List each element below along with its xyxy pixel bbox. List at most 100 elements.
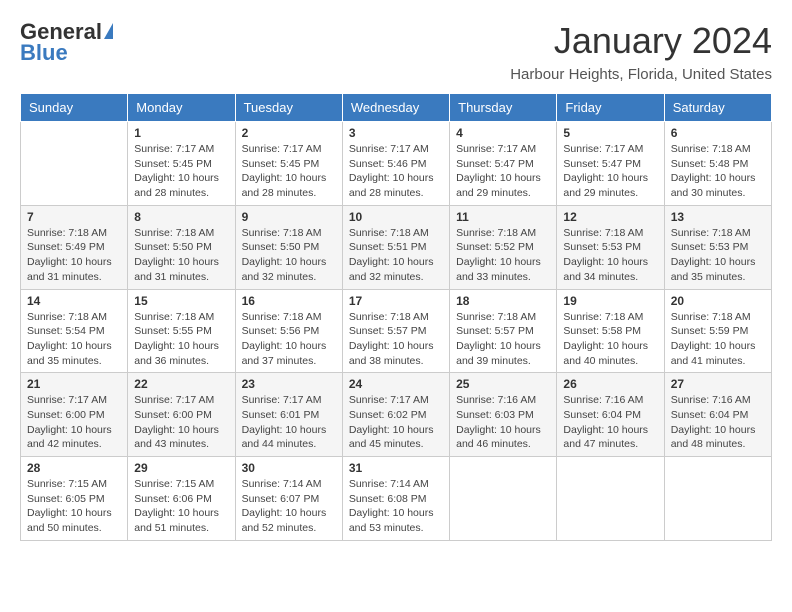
calendar-table: SundayMondayTuesdayWednesdayThursdayFrid… xyxy=(20,93,772,541)
weekday-header-row: SundayMondayTuesdayWednesdayThursdayFrid… xyxy=(21,94,772,122)
day-number: 7 xyxy=(27,210,121,224)
day-number: 15 xyxy=(134,294,228,308)
calendar-cell: 27 Sunrise: 7:16 AM Sunset: 6:04 PM Dayli… xyxy=(664,373,771,457)
calendar-week-row: 14 Sunrise: 7:18 AM Sunset: 5:54 PM Dayli… xyxy=(21,289,772,373)
day-number: 4 xyxy=(456,126,550,140)
day-info: Sunrise: 7:18 AM Sunset: 5:51 PM Dayligh… xyxy=(349,226,443,285)
calendar-cell: 18 Sunrise: 7:18 AM Sunset: 5:57 PM Dayli… xyxy=(450,289,557,373)
day-number: 16 xyxy=(242,294,336,308)
day-number: 18 xyxy=(456,294,550,308)
calendar-cell: 13 Sunrise: 7:18 AM Sunset: 5:53 PM Dayli… xyxy=(664,205,771,289)
day-number: 30 xyxy=(242,461,336,475)
weekday-header-friday: Friday xyxy=(557,94,664,122)
calendar-cell: 20Sunrise: 7:18 AM Sunset: 5:59 PM Dayli… xyxy=(664,289,771,373)
day-number: 22 xyxy=(134,377,228,391)
day-number: 5 xyxy=(563,126,657,140)
day-number: 6 xyxy=(671,126,765,140)
day-number: 28 xyxy=(27,461,121,475)
calendar-cell: 31Sunrise: 7:14 AM Sunset: 6:08 PM Dayli… xyxy=(342,457,449,541)
calendar-cell: 22 Sunrise: 7:17 AM Sunset: 6:00 PM Dayli… xyxy=(128,373,235,457)
day-number: 14 xyxy=(27,294,121,308)
calendar-cell xyxy=(450,457,557,541)
day-number: 27 xyxy=(671,377,765,391)
calendar-cell xyxy=(21,122,128,206)
calendar-cell: 19 Sunrise: 7:18 AM Sunset: 5:58 PM Dayli… xyxy=(557,289,664,373)
day-info: Sunrise: 7:17 AM Sunset: 5:46 PM Dayligh… xyxy=(349,142,443,201)
day-info: Sunrise: 7:18 AM Sunset: 5:54 PM Dayligh… xyxy=(27,310,121,369)
day-info: Sunrise: 7:18 AM Sunset: 5:52 PM Dayligh… xyxy=(456,226,550,285)
day-info: Sunrise: 7:18 AM Sunset: 5:50 PM Dayligh… xyxy=(134,226,228,285)
day-number: 23 xyxy=(242,377,336,391)
day-info: Sunrise: 7:17 AM Sunset: 5:47 PM Dayligh… xyxy=(563,142,657,201)
day-info: Sunrise: 7:17 AM Sunset: 6:00 PM Dayligh… xyxy=(134,393,228,452)
calendar-week-row: 7 Sunrise: 7:18 AM Sunset: 5:49 PM Daylig… xyxy=(21,205,772,289)
calendar-cell: 12 Sunrise: 7:18 AM Sunset: 5:53 PM Dayli… xyxy=(557,205,664,289)
title-block: January 2024 Harbour Heights, Florida, U… xyxy=(510,20,772,83)
logo-blue: Blue xyxy=(20,42,68,64)
calendar-cell: 25 Sunrise: 7:16 AM Sunset: 6:03 PM Dayli… xyxy=(450,373,557,457)
day-number: 8 xyxy=(134,210,228,224)
calendar-cell xyxy=(557,457,664,541)
day-info: Sunrise: 7:17 AM Sunset: 6:02 PM Dayligh… xyxy=(349,393,443,452)
weekday-header-tuesday: Tuesday xyxy=(235,94,342,122)
day-info: Sunrise: 7:16 AM Sunset: 6:04 PM Dayligh… xyxy=(671,393,765,452)
day-number: 9 xyxy=(242,210,336,224)
calendar-cell: 23 Sunrise: 7:17 AM Sunset: 6:01 PM Dayli… xyxy=(235,373,342,457)
day-number: 19 xyxy=(563,294,657,308)
day-info: Sunrise: 7:18 AM Sunset: 5:53 PM Dayligh… xyxy=(671,226,765,285)
day-info: Sunrise: 7:18 AM Sunset: 5:50 PM Dayligh… xyxy=(242,226,336,285)
calendar-cell: 16 Sunrise: 7:18 AM Sunset: 5:56 PM Dayli… xyxy=(235,289,342,373)
calendar-week-row: 21 Sunrise: 7:17 AM Sunset: 6:00 PM Dayli… xyxy=(21,373,772,457)
calendar-cell: 8 Sunrise: 7:18 AM Sunset: 5:50 PM Daylig… xyxy=(128,205,235,289)
calendar-cell: 29 Sunrise: 7:15 AM Sunset: 6:06 PM Dayli… xyxy=(128,457,235,541)
calendar-cell: 1Sunrise: 7:17 AM Sunset: 5:45 PM Daylig… xyxy=(128,122,235,206)
day-info: Sunrise: 7:14 AM Sunset: 6:08 PM Dayligh… xyxy=(349,477,443,536)
day-number: 12 xyxy=(563,210,657,224)
calendar-cell: 24 Sunrise: 7:17 AM Sunset: 6:02 PM Dayli… xyxy=(342,373,449,457)
calendar-cell: 21Sunrise: 7:17 AM Sunset: 6:00 PM Dayli… xyxy=(21,373,128,457)
calendar-cell xyxy=(664,457,771,541)
calendar-cell: 3Sunrise: 7:17 AM Sunset: 5:46 PM Daylig… xyxy=(342,122,449,206)
weekday-header-sunday: Sunday xyxy=(21,94,128,122)
calendar-cell: 14 Sunrise: 7:18 AM Sunset: 5:54 PM Dayli… xyxy=(21,289,128,373)
calendar-cell: 28 Sunrise: 7:15 AM Sunset: 6:05 PM Dayli… xyxy=(21,457,128,541)
day-number: 11 xyxy=(456,210,550,224)
day-number: 29 xyxy=(134,461,228,475)
weekday-header-monday: Monday xyxy=(128,94,235,122)
calendar-cell: 10 Sunrise: 7:18 AM Sunset: 5:51 PM Dayli… xyxy=(342,205,449,289)
day-info: Sunrise: 7:18 AM Sunset: 5:57 PM Dayligh… xyxy=(456,310,550,369)
day-info: Sunrise: 7:16 AM Sunset: 6:04 PM Dayligh… xyxy=(563,393,657,452)
day-number: 2 xyxy=(242,126,336,140)
page-title: January 2024 xyxy=(510,20,772,62)
day-info: Sunrise: 7:15 AM Sunset: 6:05 PM Dayligh… xyxy=(27,477,121,536)
day-info: Sunrise: 7:16 AM Sunset: 6:03 PM Dayligh… xyxy=(456,393,550,452)
calendar-cell: 5 Sunrise: 7:17 AM Sunset: 5:47 PM Daylig… xyxy=(557,122,664,206)
logo: General Blue xyxy=(20,20,113,64)
calendar-cell: 7 Sunrise: 7:18 AM Sunset: 5:49 PM Daylig… xyxy=(21,205,128,289)
page-subtitle: Harbour Heights, Florida, United States xyxy=(510,66,772,83)
calendar-cell: 26Sunrise: 7:16 AM Sunset: 6:04 PM Dayli… xyxy=(557,373,664,457)
day-info: Sunrise: 7:17 AM Sunset: 6:01 PM Dayligh… xyxy=(242,393,336,452)
day-info: Sunrise: 7:18 AM Sunset: 5:57 PM Dayligh… xyxy=(349,310,443,369)
weekday-header-saturday: Saturday xyxy=(664,94,771,122)
day-number: 25 xyxy=(456,377,550,391)
logo-arrow-icon xyxy=(104,23,113,39)
calendar-cell: 11 Sunrise: 7:18 AM Sunset: 5:52 PM Dayli… xyxy=(450,205,557,289)
day-info: Sunrise: 7:18 AM Sunset: 5:49 PM Dayligh… xyxy=(27,226,121,285)
day-number: 10 xyxy=(349,210,443,224)
day-info: Sunrise: 7:17 AM Sunset: 5:45 PM Dayligh… xyxy=(242,142,336,201)
day-info: Sunrise: 7:18 AM Sunset: 5:55 PM Dayligh… xyxy=(134,310,228,369)
weekday-header-wednesday: Wednesday xyxy=(342,94,449,122)
day-number: 17 xyxy=(349,294,443,308)
day-info: Sunrise: 7:18 AM Sunset: 5:56 PM Dayligh… xyxy=(242,310,336,369)
day-info: Sunrise: 7:18 AM Sunset: 5:58 PM Dayligh… xyxy=(563,310,657,369)
calendar-cell: 2 Sunrise: 7:17 AM Sunset: 5:45 PM Daylig… xyxy=(235,122,342,206)
day-number: 24 xyxy=(349,377,443,391)
day-number: 21 xyxy=(27,377,121,391)
day-number: 13 xyxy=(671,210,765,224)
day-info: Sunrise: 7:15 AM Sunset: 6:06 PM Dayligh… xyxy=(134,477,228,536)
day-info: Sunrise: 7:18 AM Sunset: 5:53 PM Dayligh… xyxy=(563,226,657,285)
weekday-header-thursday: Thursday xyxy=(450,94,557,122)
day-number: 20 xyxy=(671,294,765,308)
day-info: Sunrise: 7:14 AM Sunset: 6:07 PM Dayligh… xyxy=(242,477,336,536)
